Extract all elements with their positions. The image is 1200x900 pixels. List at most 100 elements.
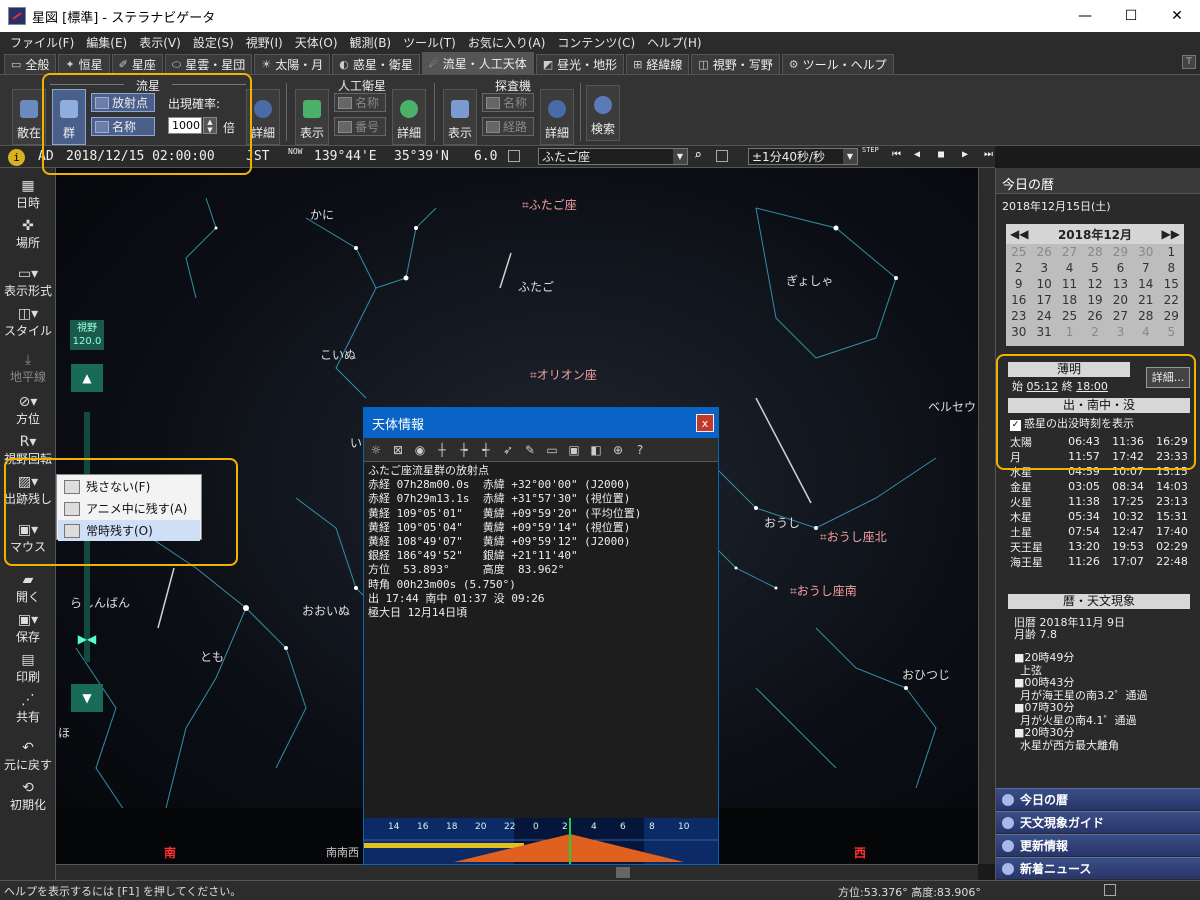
photo-icon[interactable]: ◧ (588, 442, 604, 458)
calendar-day[interactable]: 30 (1133, 244, 1158, 260)
calendar-day[interactable]: 17 (1031, 292, 1056, 308)
share-button[interactable]: ⋰ 共有 (0, 692, 56, 725)
pointer-icon[interactable]: ➶ (500, 442, 516, 458)
calendar-day[interactable]: 26 (1082, 308, 1107, 324)
tab-daylight[interactable]: ◩ 昼光・地形 (535, 54, 625, 74)
calendar-day[interactable]: 3 (1108, 324, 1133, 340)
menu-favorites[interactable]: お気に入り(A) (462, 34, 552, 51)
nav-updates[interactable]: 更新情報 (996, 834, 1200, 856)
target-icon[interactable]: ⊕ (610, 442, 626, 458)
calendar-day[interactable]: 26 (1031, 244, 1056, 260)
calendar-day[interactable]: 27 (1057, 244, 1082, 260)
calendar-day[interactable]: 8 (1159, 260, 1184, 276)
calendar-day[interactable]: 6 (1108, 260, 1133, 276)
calendar-day[interactable]: 1 (1159, 244, 1184, 260)
datetime-button[interactable]: ▦ 日時 (0, 178, 56, 211)
next-year-icon[interactable]: ▶▶ (1162, 227, 1180, 241)
calendar-day[interactable]: 28 (1133, 308, 1158, 324)
limiting-magnitude[interactable]: 6.0 (474, 149, 497, 164)
now-button[interactable]: NOW (288, 147, 302, 156)
stop-icon[interactable]: ■ (938, 149, 944, 160)
calendar-day[interactable]: 22 (1159, 292, 1184, 308)
play-icon[interactable]: ▶ (962, 149, 968, 160)
calendar-day[interactable]: 19 (1082, 292, 1107, 308)
menu-file[interactable]: ファイル(F) (4, 34, 80, 51)
calendar-day[interactable]: 2 (1006, 260, 1031, 276)
search-button[interactable]: 検索 (586, 85, 620, 141)
close-button[interactable]: ✕ (1154, 0, 1200, 32)
reset-button[interactable]: ⟲ 初期化 (0, 780, 56, 813)
time-step-select[interactable]: ±1分40秒/秒 ▼ (748, 148, 858, 165)
open-button[interactable]: ▰ 開く (0, 572, 56, 605)
radiant-orion[interactable]: ⌗オリオン座 (530, 366, 597, 383)
nav-guide[interactable]: 天文現象ガイド (996, 811, 1200, 833)
sun-icon[interactable]: ☼ (368, 442, 384, 458)
calendar-day[interactable]: 25 (1006, 244, 1031, 260)
cross-remove-icon[interactable]: ┽ (478, 442, 494, 458)
step-button[interactable]: STEP (862, 146, 879, 154)
horizontal-scrollbar[interactable] (56, 864, 978, 880)
calendar-day[interactable]: 12 (1082, 276, 1107, 292)
calendar-day[interactable]: 5 (1159, 324, 1184, 340)
info-icon[interactable]: i (8, 149, 25, 166)
center-icon[interactable]: ⊠ (390, 442, 406, 458)
crosshair-icon[interactable]: ┼ (434, 442, 450, 458)
calendar-day[interactable]: 30 (1006, 324, 1031, 340)
satellite-name-toggle[interactable]: 名称 (334, 93, 386, 112)
calendar-day[interactable]: 24 (1031, 308, 1056, 324)
play-back-icon[interactable]: ◀ (914, 149, 920, 160)
calendar-day[interactable]: 23 (1006, 308, 1031, 324)
calendar-day[interactable]: 15 (1159, 276, 1184, 292)
calendar-day[interactable]: 1 (1057, 324, 1082, 340)
pen-icon[interactable]: ✎ (522, 442, 538, 458)
skip-forward-icon[interactable]: ⏭ (984, 149, 993, 160)
calendar-day[interactable]: 9 (1006, 276, 1031, 292)
zoom-in-button[interactable]: ▲ (71, 364, 103, 392)
search-icon[interactable]: ⌕ (694, 148, 702, 163)
scroll-thumb[interactable] (616, 867, 630, 878)
pin-icon[interactable]: ⊤ (1182, 55, 1196, 69)
calendar-day[interactable]: 10 (1031, 276, 1056, 292)
nav-news[interactable]: 新着ニュース (996, 857, 1200, 879)
menu-contents[interactable]: コンテンツ(C) (551, 34, 641, 51)
probe-detail-button[interactable]: 詳細 (540, 89, 574, 145)
menu-view[interactable]: 表示(V) (133, 34, 187, 51)
image-icon[interactable]: ▣ (566, 442, 582, 458)
calendar-day[interactable]: 28 (1082, 244, 1107, 260)
calendar-day[interactable]: 29 (1159, 308, 1184, 324)
calendar-day[interactable]: 4 (1057, 260, 1082, 276)
skip-back-icon[interactable]: ⏮ (892, 149, 901, 160)
radiant-oushi-south[interactable]: ⌗おうし座南 (790, 582, 857, 599)
radiant-oushi-north[interactable]: ⌗おうし座北 (820, 528, 887, 545)
print-button[interactable]: ▤ 印刷 (0, 652, 56, 685)
tab-sun-moon[interactable]: ☀ 太陽・月 (254, 54, 331, 74)
constellation-select[interactable]: ふたご座 ▼ (538, 148, 688, 165)
save-button[interactable]: ▣▾ 保存 (0, 612, 56, 645)
prev-year-icon[interactable]: ◀◀ (1010, 227, 1028, 241)
menu-tools[interactable]: ツール(T) (397, 34, 462, 51)
tab-planets[interactable]: ◐ 惑星・衛星 (332, 54, 420, 74)
maximize-button[interactable]: ☐ (1108, 0, 1154, 32)
menu-edit[interactable]: 編集(E) (80, 34, 133, 51)
style-button[interactable]: ◫▾ スタイル (0, 306, 56, 339)
calendar-day[interactable]: 31 (1031, 324, 1056, 340)
radiant-futago[interactable]: ⌗ふたご座 (522, 196, 577, 213)
tab-nebulae[interactable]: ⬭ 星雲・星団 (164, 54, 253, 74)
tab-gridlines[interactable]: ⊞ 経緯線 (626, 54, 690, 74)
nav-today[interactable]: 今日の暦 (996, 788, 1200, 810)
window-icon[interactable]: ▭ (544, 442, 560, 458)
menu-object[interactable]: 天体(O) (289, 34, 344, 51)
calendar-day[interactable]: 2 (1082, 324, 1107, 340)
keyboard-icon[interactable] (508, 150, 520, 162)
list-icon[interactable] (716, 150, 728, 162)
zoom-thumb[interactable]: ▶◀ (70, 632, 104, 646)
calendar-day[interactable]: 25 (1057, 308, 1082, 324)
minimize-button[interactable]: — (1062, 0, 1108, 32)
tab-stars[interactable]: ✦ 恒星 (58, 54, 110, 74)
longitude[interactable]: 139°44'E (314, 149, 377, 164)
horizon-button[interactable]: ⤓ 地平線 (0, 352, 56, 385)
scatter-meteor-button[interactable]: 散在 (12, 89, 46, 145)
calendar-day[interactable]: 21 (1133, 292, 1158, 308)
cross-add-icon[interactable]: ┾ (456, 442, 472, 458)
tab-general[interactable]: ▭ 全般 (4, 54, 57, 74)
